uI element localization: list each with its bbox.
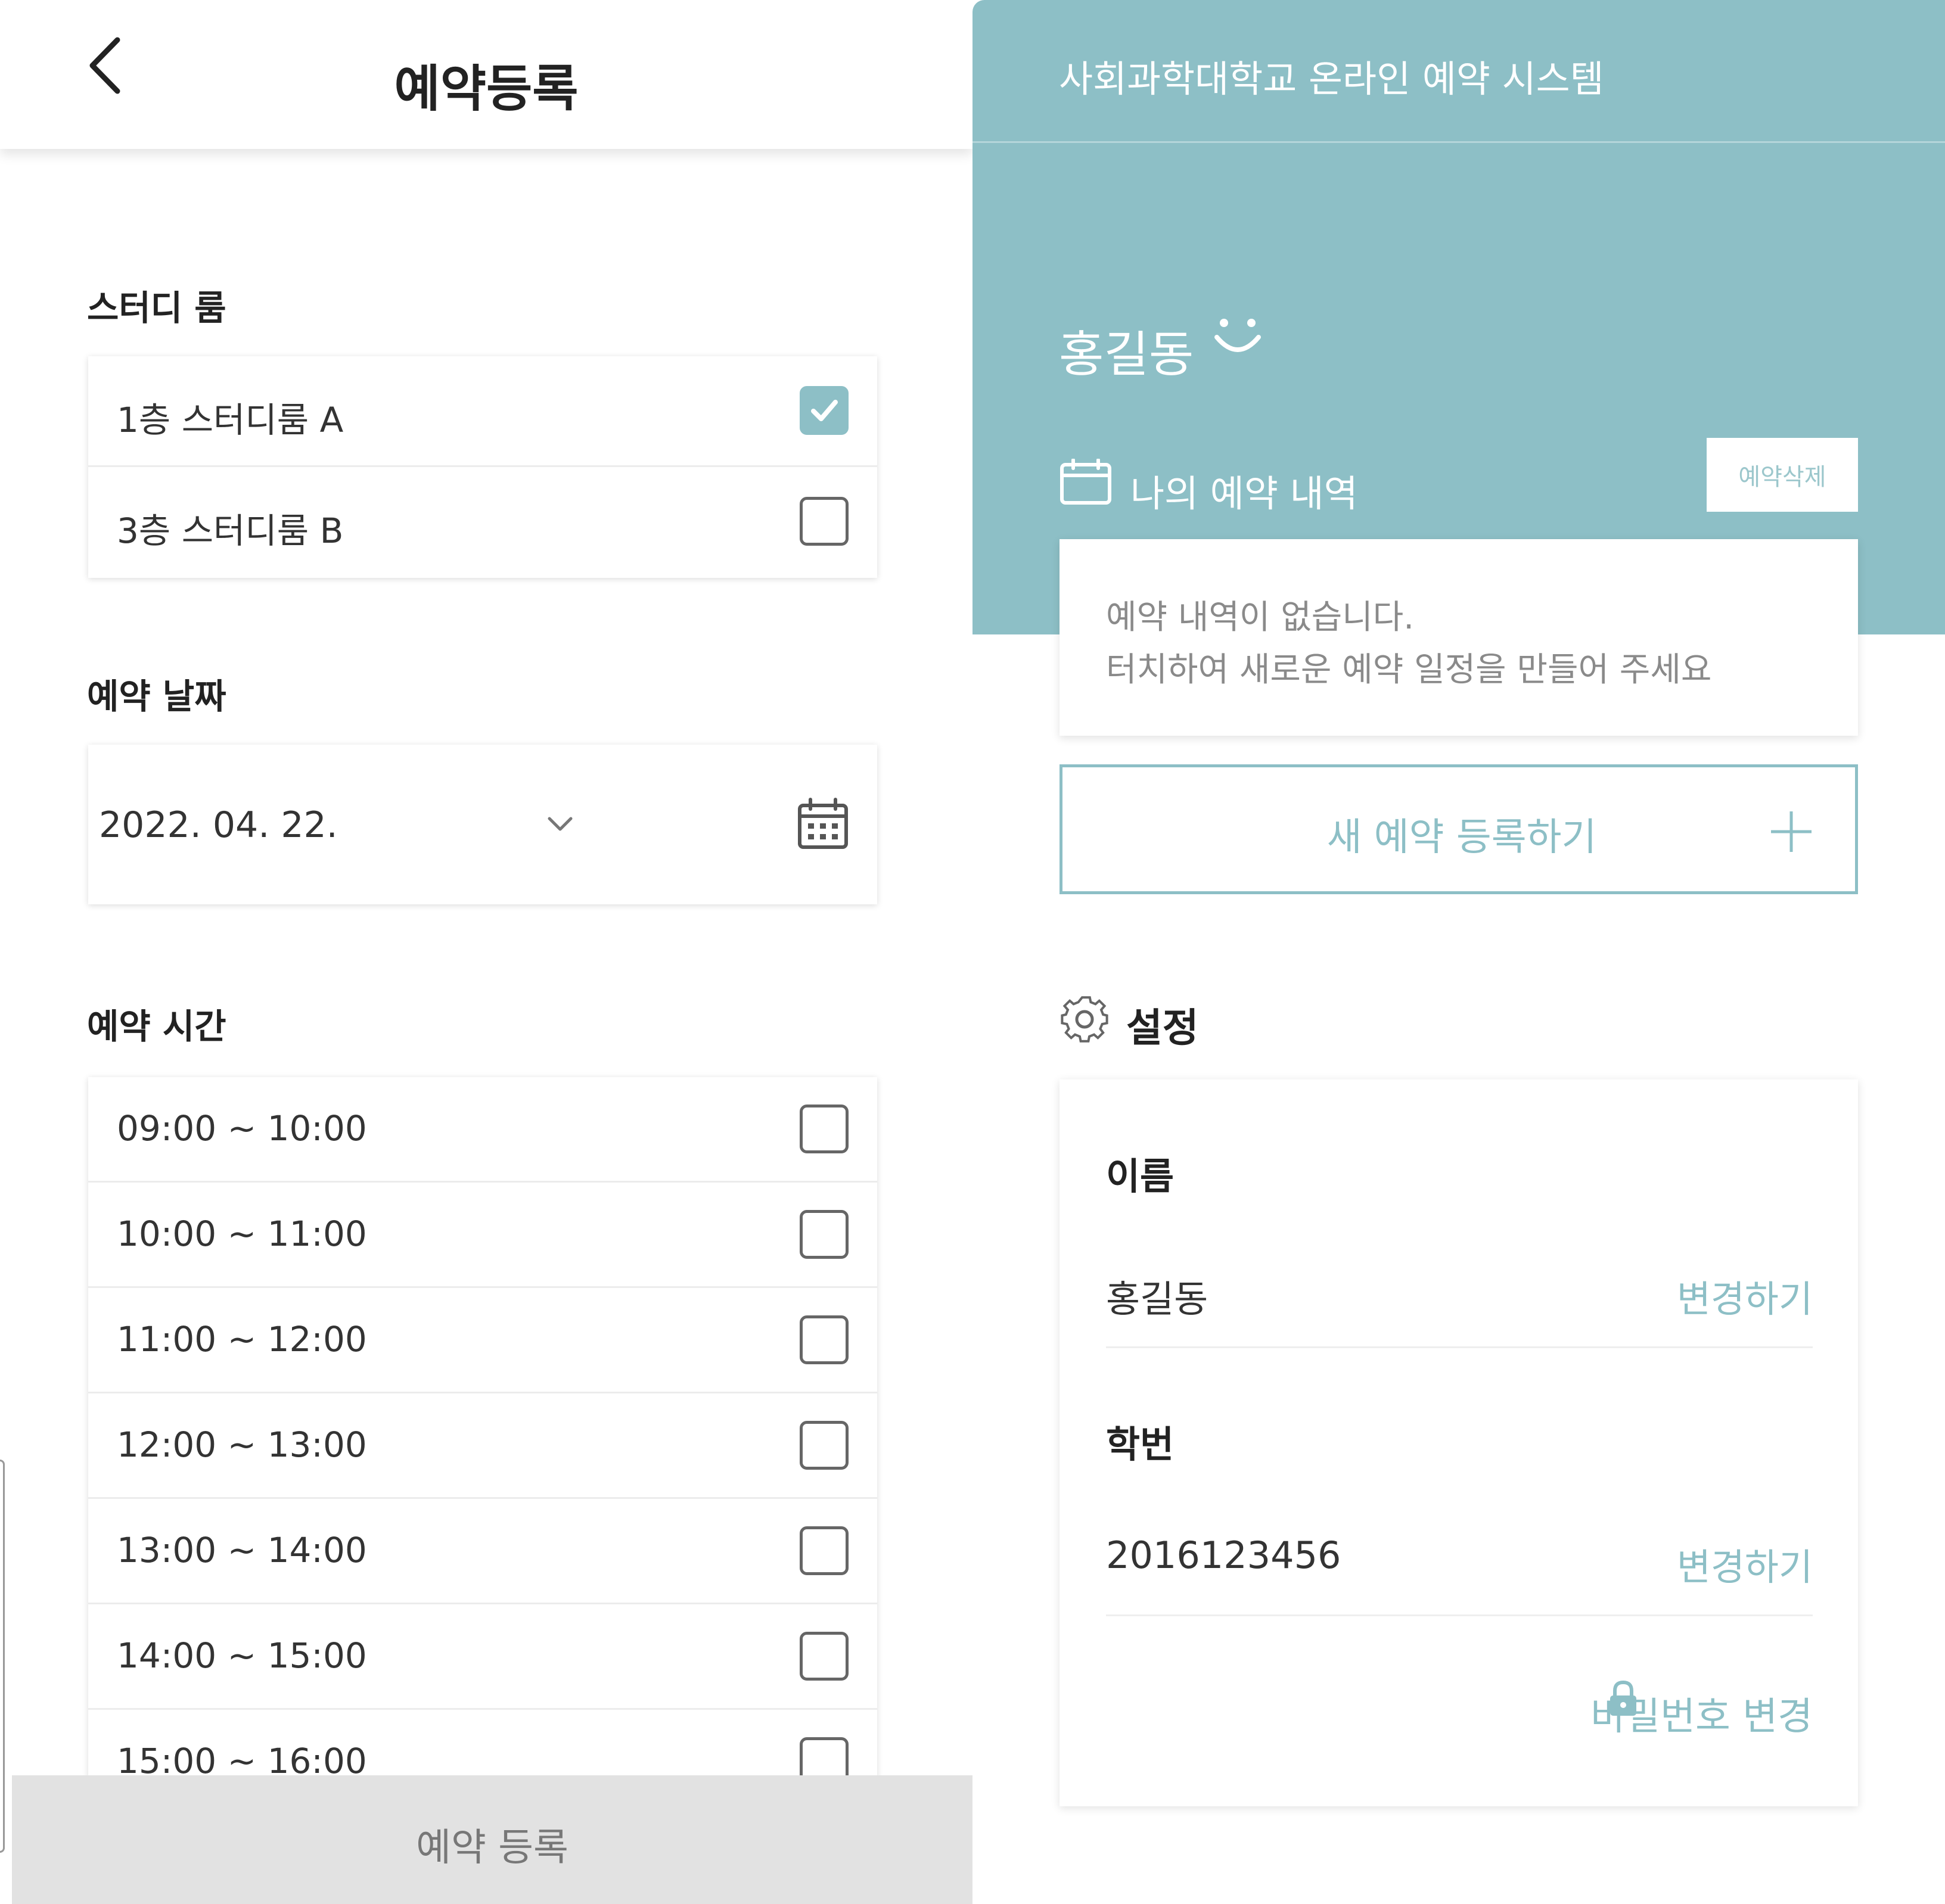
name-heading: 이름 [1106,1155,1175,1198]
time-slot-row[interactable]: 13:00 ~ 14:00 [88,1499,877,1604]
submit-label: 예약 등록 [416,1826,568,1870]
user-name: 홍길동 [1059,326,1194,383]
time-slot-label: 09:00 ~ 10:00 [117,1108,367,1149]
app-header: 사회과학대학교 온라인 예약 시스템 [973,0,1945,143]
chevron-down-icon[interactable] [546,815,574,834]
student-id-value: 2016123456 [1106,1533,1341,1577]
time-slot-row[interactable]: 11:00 ~ 12:00 [88,1288,877,1393]
empty-message: 예약 내역이 없습니다. [1106,598,1415,637]
app-title: 사회과학대학교 온라인 예약 시스템 [1059,57,1604,101]
time-slot-row[interactable]: 10:00 ~ 11:00 [88,1183,877,1288]
change-name-link[interactable]: 변경하기 [1677,1269,1813,1323]
time-slot-checkbox[interactable] [800,1315,849,1364]
submit-button[interactable]: 예약 등록 [12,1775,973,1904]
new-reservation-label: 새 예약 등록하기 [1326,816,1597,860]
scroll-edge [0,1460,5,1853]
date-value: 2022. 04. 22. [99,804,338,846]
home-screen: 사회과학대학교 온라인 예약 시스템 홍길동 나의 예약 내역 예약삭제 예약 … [973,0,1945,1904]
change-password-link[interactable]: 비밀번호 변경 [1590,1686,1813,1741]
time-slot-label: 12:00 ~ 13:00 [117,1424,367,1465]
time-slot-row[interactable]: 09:00 ~ 10:00 [88,1077,877,1183]
time-label: 예약 시간 [87,1006,226,1047]
reservation-form-screen: 예약등록 스터디 룸 1층 스터디룸 A 3층 스터디룸 B 예약 날짜 202… [0,0,973,1904]
time-slot-checkbox[interactable] [800,1105,849,1153]
plus-icon [1771,811,1812,852]
time-slot-label: 15:00 ~ 16:00 [117,1741,367,1780]
study-room-option-label: 1층 스터디룸 A [117,400,344,440]
top-bar: 예약등록 [0,0,973,149]
study-room-option-label: 3층 스터디룸 B [117,511,344,551]
time-slot-row[interactable]: 14:00 ~ 15:00 [88,1604,877,1710]
settings-label: 설정 [1126,1005,1199,1051]
time-slot-checkbox[interactable] [800,1737,849,1780]
time-slot-checkbox[interactable] [800,1421,849,1470]
time-slot-row[interactable]: 12:00 ~ 13:00 [88,1393,877,1499]
my-reservations-label: 나의 예약 내역 [1130,472,1358,515]
study-room-list: 1층 스터디룸 A 3층 스터디룸 B [88,356,877,578]
change-student-id-link[interactable]: 변경하기 [1677,1537,1813,1591]
delete-reservation-button[interactable]: 예약삭제 [1707,438,1858,512]
divider [1106,1346,1813,1348]
settings-card: 이름 홍길동 변경하기 학번 2016123456 변경하기 비밀번호 변경 [1060,1079,1858,1806]
empty-hint: 터치하여 새로운 예약 일정을 만들어 주세요 [1106,651,1712,689]
calendar-icon [1060,459,1111,505]
date-picker[interactable]: 2022. 04. 22. [88,745,877,904]
time-slot-label: 11:00 ~ 12:00 [117,1319,367,1359]
time-slot-checkbox[interactable] [800,1632,849,1681]
time-slot-list: 09:00 ~ 10:00 10:00 ~ 11:00 11:00 ~ 12:0… [88,1077,877,1780]
gear-icon [1061,996,1108,1043]
reservation-empty-card[interactable]: 예약 내역이 없습니다. 터치하여 새로운 예약 일정을 만들어 주세요 [1060,539,1858,736]
time-slot-checkbox[interactable] [800,1210,849,1259]
new-reservation-button[interactable]: 새 예약 등록하기 [1060,764,1858,894]
calendar-icon[interactable] [796,797,850,851]
time-slot-label: 10:00 ~ 11:00 [117,1214,367,1254]
study-room-label: 스터디 룸 [87,288,226,328]
study-room-option-a[interactable]: 1층 스터디룸 A [88,356,877,467]
page-title: 예약등록 [394,60,579,118]
time-slot-checkbox[interactable] [800,1526,849,1575]
student-id-heading: 학번 [1106,1423,1175,1466]
time-slot-label: 13:00 ~ 14:00 [117,1530,367,1570]
study-room-b-checkbox[interactable] [800,497,849,546]
time-slot-label: 14:00 ~ 15:00 [117,1635,367,1676]
check-icon [811,400,838,421]
date-label: 예약 날짜 [87,676,226,717]
smile-icon [1214,319,1261,352]
divider [1106,1614,1813,1616]
time-slot-row[interactable]: 15:00 ~ 16:00 [88,1710,877,1780]
name-value: 홍길동 [1106,1277,1208,1321]
study-room-option-b[interactable]: 3층 스터디룸 B [88,467,877,578]
study-room-a-checkbox[interactable] [800,386,849,435]
